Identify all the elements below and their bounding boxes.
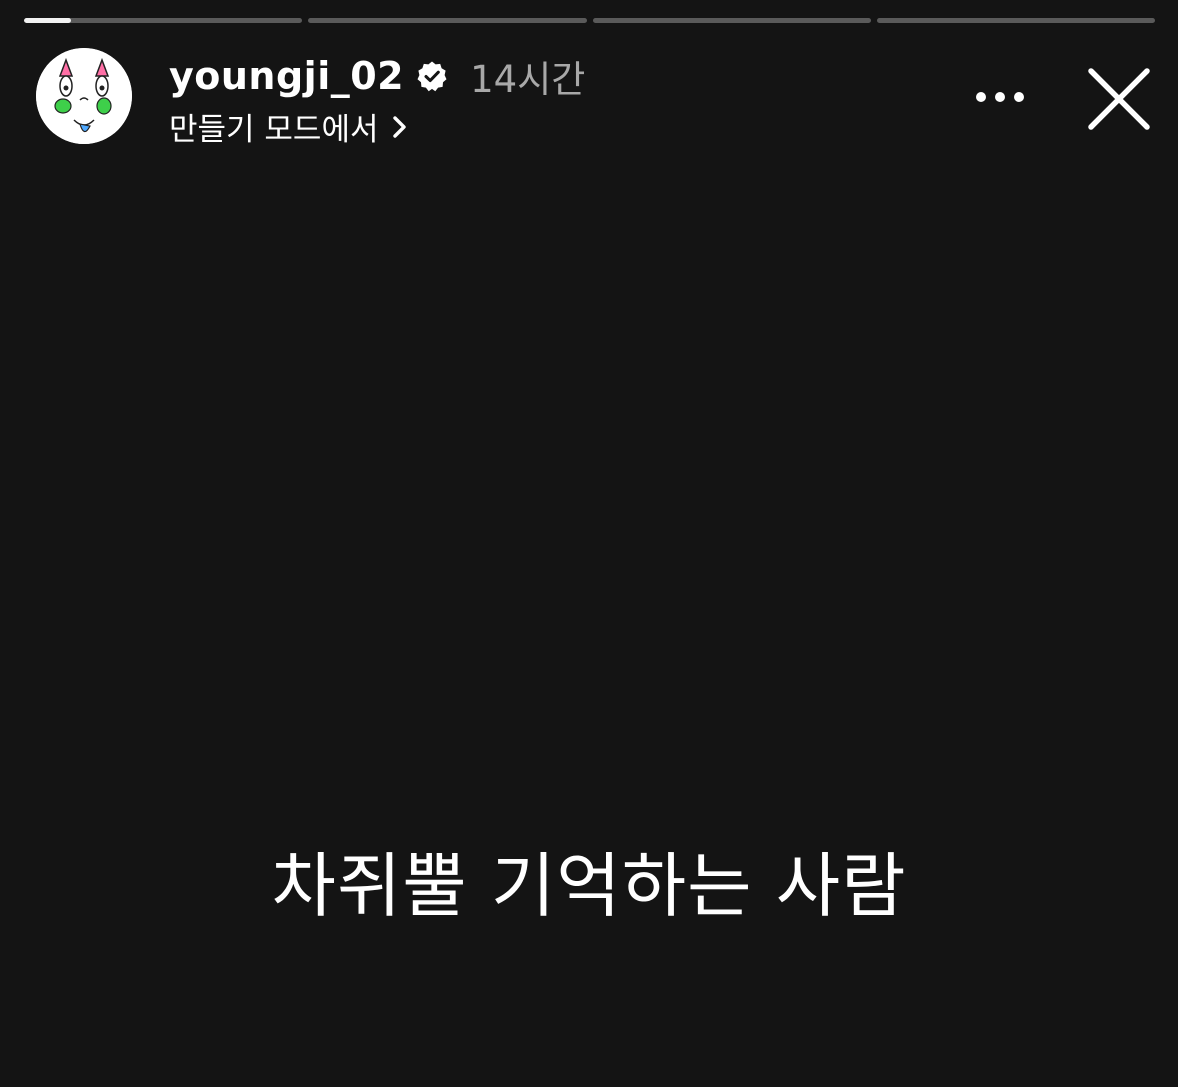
time-ago: 14시간 xyxy=(470,58,586,101)
create-mode-link[interactable]: 만들기 모드에서 xyxy=(169,104,585,149)
user-info: youngji_02 14시간 만들기 모드에서 xyxy=(169,52,585,149)
username[interactable]: youngji_02 xyxy=(169,54,404,98)
story-caption: 차쥐뿔 기억하는 사람 xyxy=(271,845,907,927)
name-row: youngji_02 14시간 xyxy=(169,52,586,101)
chevron-right-icon xyxy=(392,115,406,138)
avatar-illustration xyxy=(36,48,132,144)
progress-segment xyxy=(308,18,587,23)
verified-badge-icon xyxy=(417,61,447,92)
more-options-icon[interactable] xyxy=(974,86,1026,108)
avatar[interactable] xyxy=(36,48,132,144)
story-viewer[interactable]: youngji_02 14시간 만들기 모드에서 차쥐뿔 기억하는 사람 xyxy=(0,0,1178,1087)
progress-segment xyxy=(876,18,1155,23)
story-progress-bar xyxy=(24,18,1155,24)
progress-segment xyxy=(24,18,303,23)
progress-fill xyxy=(24,18,72,23)
story-header: youngji_02 14시간 만들기 모드에서 xyxy=(36,48,1150,148)
progress-segment xyxy=(592,18,871,23)
close-icon[interactable] xyxy=(1086,66,1152,132)
create-mode-label: 만들기 모드에서 xyxy=(169,112,379,148)
